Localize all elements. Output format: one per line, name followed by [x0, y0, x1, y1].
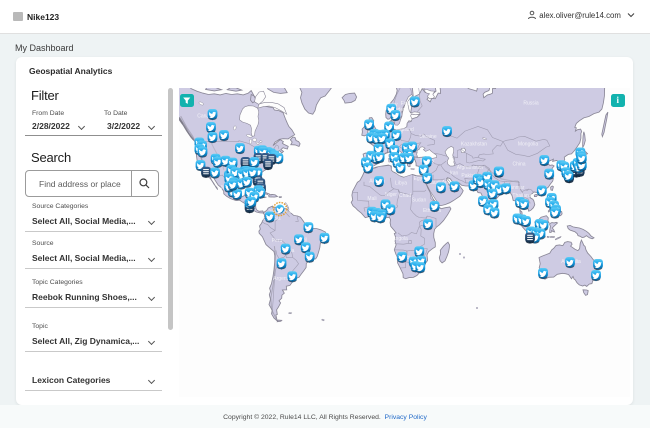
svg-text:Chad: Chad	[399, 193, 411, 199]
svg-text:China: China	[512, 162, 525, 168]
svg-text:Afghanistan: Afghanistan	[456, 165, 483, 171]
svg-text:Kazakhstan: Kazakhstan	[460, 142, 486, 148]
svg-text:Libya: Libya	[395, 181, 407, 187]
svg-text:Niger: Niger	[385, 192, 397, 198]
svg-text:Peru: Peru	[271, 238, 282, 244]
svg-text:Mongolia: Mongolia	[517, 142, 538, 148]
svg-text:Ukraine: Ukraine	[419, 134, 436, 140]
svg-text:Iran: Iran	[449, 171, 458, 177]
svg-text:Angola: Angola	[392, 236, 408, 242]
svg-text:Russia: Russia	[523, 101, 539, 107]
svg-text:Mali: Mali	[367, 196, 376, 202]
svg-text:Sudan: Sudan	[411, 198, 426, 204]
